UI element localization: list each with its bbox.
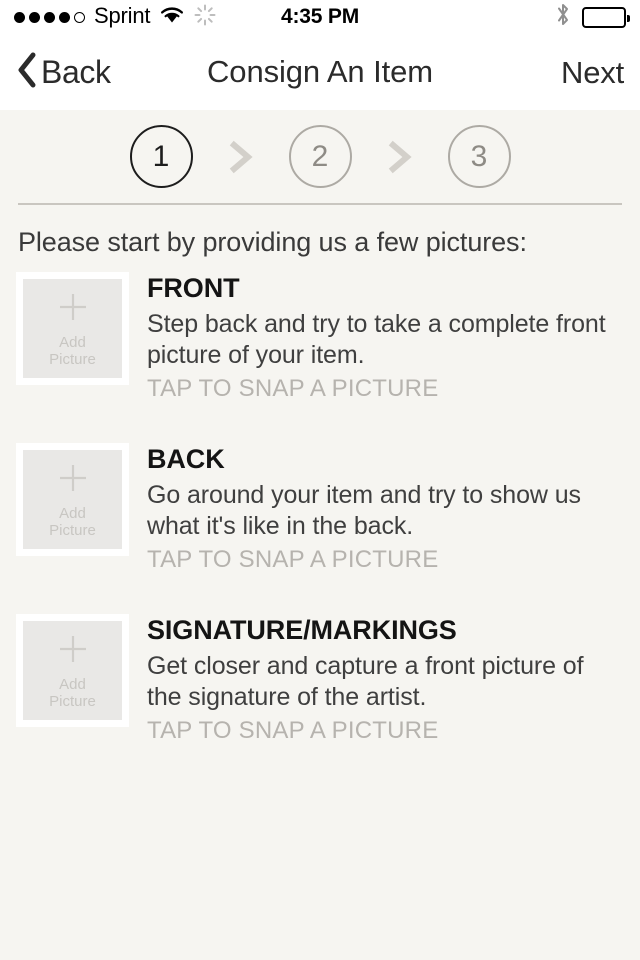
add-picture-label-line2: Picture bbox=[49, 350, 96, 368]
status-bar-left: Sprint bbox=[14, 4, 216, 31]
photo-row-description: Get closer and capture a front picture o… bbox=[147, 652, 584, 711]
signal-dot-filled bbox=[59, 11, 70, 23]
plus-icon bbox=[56, 632, 90, 671]
photo-row-signature-markings[interactable]: Add Picture SIGNATURE/MARKINGS Get close… bbox=[16, 614, 624, 745]
photo-row-action[interactable]: TAP TO SNAP A PICTURE bbox=[147, 546, 624, 574]
plus-icon bbox=[56, 461, 90, 500]
photo-row-title: SIGNATURE/MARKINGS bbox=[147, 615, 457, 645]
placeholder-inner: Add Picture bbox=[23, 621, 122, 720]
signal-strength-indicator bbox=[14, 11, 85, 23]
step-separator bbox=[352, 139, 448, 175]
battery-icon bbox=[582, 6, 630, 28]
photo-row-description: Go around your item and try to show us w… bbox=[147, 481, 581, 540]
add-picture-button-front[interactable]: Add Picture bbox=[16, 272, 129, 385]
step-1[interactable]: 1 bbox=[129, 125, 193, 188]
back-button-label: Back bbox=[41, 54, 111, 90]
signal-dot-filled bbox=[14, 11, 25, 23]
step-3[interactable]: 3 bbox=[447, 125, 511, 188]
wifi-icon bbox=[159, 5, 185, 29]
status-bar-right bbox=[555, 2, 630, 32]
placeholder-inner: Add Picture bbox=[23, 279, 122, 378]
carrier-name: Sprint bbox=[94, 3, 151, 28]
back-button[interactable]: Back bbox=[16, 52, 111, 93]
navigation-bar: Back Consign An Item Next bbox=[0, 34, 640, 110]
photo-row-body: BACK Go around your item and try to show… bbox=[129, 443, 624, 574]
photo-row-front[interactable]: Add Picture FRONT Step back and try to t… bbox=[16, 272, 624, 403]
step-indicator: 1 2 3 bbox=[0, 110, 640, 203]
photo-row-body: FRONT Step back and try to take a comple… bbox=[129, 272, 624, 403]
chevron-left-icon bbox=[16, 52, 38, 93]
photo-rows-list: Add Picture FRONT Step back and try to t… bbox=[0, 272, 640, 745]
photo-row-body: SIGNATURE/MARKINGS Get closer and captur… bbox=[129, 614, 624, 745]
add-picture-label-line2: Picture bbox=[49, 692, 96, 710]
photo-row-title: FRONT bbox=[147, 273, 240, 303]
signal-dot-filled bbox=[44, 11, 55, 23]
step-separator bbox=[193, 139, 289, 175]
photo-row-action[interactable]: TAP TO SNAP A PICTURE bbox=[147, 375, 624, 403]
photo-row-description: Step back and try to take a complete fro… bbox=[147, 310, 606, 369]
add-picture-button-back[interactable]: Add Picture bbox=[16, 443, 129, 556]
signal-dot-filled bbox=[29, 11, 40, 23]
step-2[interactable]: 2 bbox=[288, 125, 352, 188]
intro-text: Please start by providing us a few pictu… bbox=[18, 227, 527, 257]
signal-dot-empty bbox=[74, 11, 85, 23]
photo-row-action[interactable]: TAP TO SNAP A PICTURE bbox=[147, 717, 624, 745]
add-picture-label: Add Picture bbox=[49, 334, 96, 368]
add-picture-button-signature-markings[interactable]: Add Picture bbox=[16, 614, 129, 727]
bluetooth-icon bbox=[555, 2, 571, 32]
status-bar: Sprint 4:35 PM bbox=[0, 0, 640, 34]
add-picture-label-line2: Picture bbox=[49, 521, 96, 539]
photo-row-title: BACK bbox=[147, 444, 225, 474]
placeholder-inner: Add Picture bbox=[23, 450, 122, 549]
photo-row-back[interactable]: Add Picture BACK Go around your item and… bbox=[16, 443, 624, 574]
add-picture-label-line1: Add bbox=[59, 333, 86, 351]
add-picture-label: Add Picture bbox=[49, 676, 96, 710]
plus-icon bbox=[56, 290, 90, 329]
add-picture-label-line1: Add bbox=[59, 504, 86, 522]
app-screen: Sprint 4:35 PM Back Consign An Item Next… bbox=[0, 0, 640, 960]
add-picture-label: Add Picture bbox=[49, 505, 96, 539]
activity-spinner-icon bbox=[194, 4, 216, 31]
next-button[interactable]: Next bbox=[561, 57, 624, 88]
add-picture-label-line1: Add bbox=[59, 675, 86, 693]
